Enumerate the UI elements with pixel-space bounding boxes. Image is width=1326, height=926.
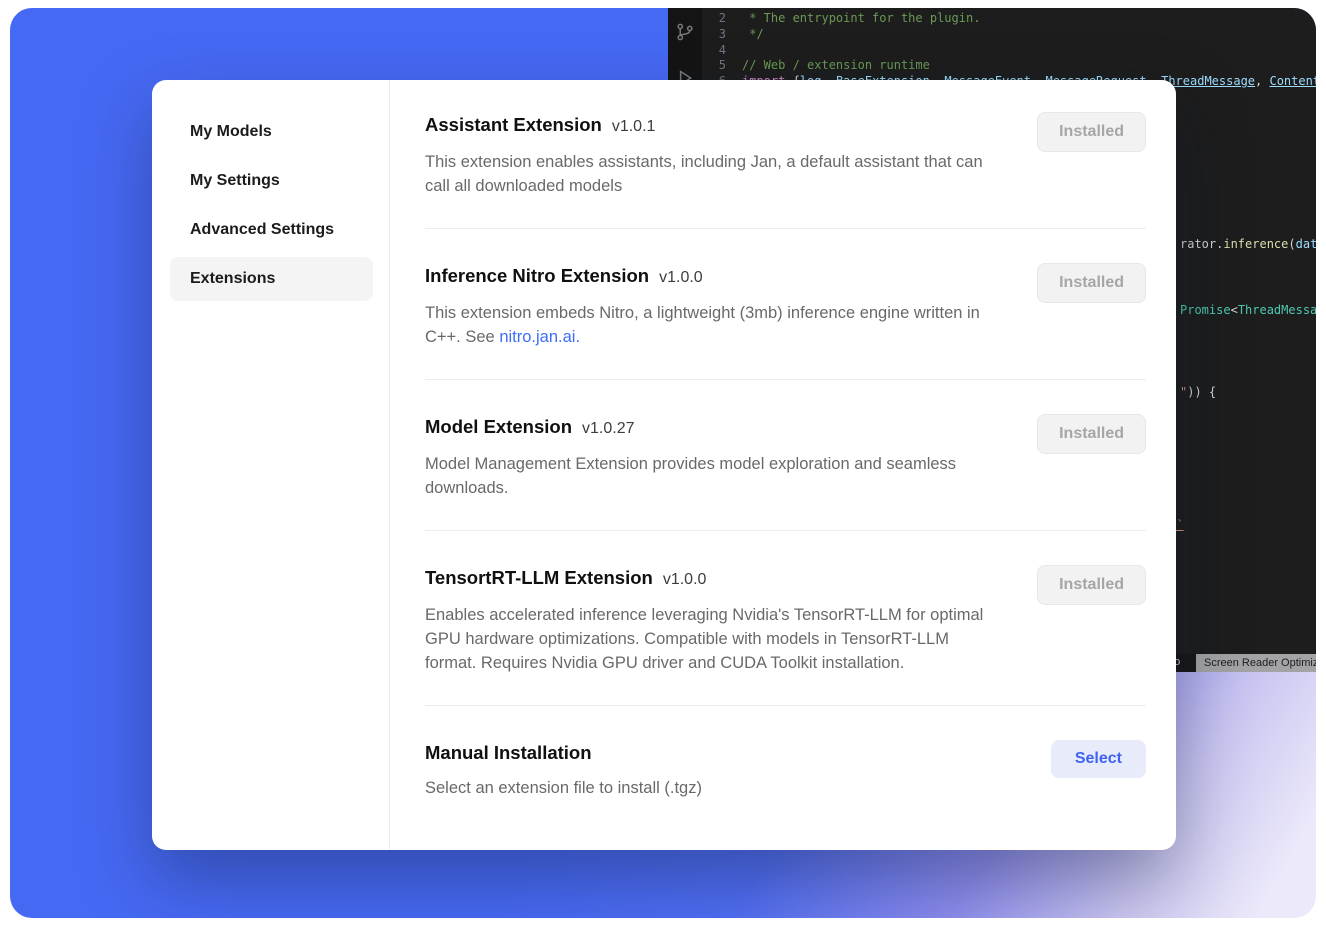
extension-name: Model Extension	[425, 416, 572, 437]
code-line: 3 */	[702, 27, 1316, 43]
extension-row-assistant: Assistant Extension v1.0.1 This extension…	[425, 112, 1146, 198]
row-divider	[425, 379, 1146, 380]
sidebar-item-extensions[interactable]: Extensions	[170, 257, 373, 301]
installed-button[interactable]: Installed	[1037, 263, 1146, 303]
extension-info: Assistant Extension v1.0.1 This extension…	[425, 112, 1003, 198]
row-divider	[425, 530, 1146, 531]
extension-title: Inference Nitro Extension v1.0.0	[425, 263, 1003, 291]
extension-row-tensorrt-llm: TensortRT-LLM Extension v1.0.0 Enables ac…	[425, 565, 1146, 675]
extension-description: This extension embeds Nitro, a lightweig…	[425, 301, 1003, 349]
extension-info: Model Extension v1.0.27 Model Management …	[425, 414, 1003, 500]
extension-version: v1.0.0	[663, 571, 707, 588]
source-control-icon[interactable]	[675, 22, 695, 42]
screenshot-root: 2 * The entrypoint for the plugin. 3 */ …	[0, 0, 1326, 926]
extension-version: v1.0.1	[612, 118, 656, 135]
desktop-window: 2 * The entrypoint for the plugin. 3 */ …	[10, 8, 1316, 918]
extension-version: v1.0.27	[582, 420, 634, 437]
installed-button[interactable]: Installed	[1037, 565, 1146, 605]
installed-button[interactable]: Installed	[1037, 112, 1146, 152]
row-divider	[425, 705, 1146, 706]
extension-info: Inference Nitro Extension v1.0.0 This ext…	[425, 263, 1003, 349]
settings-modal: My Models My Settings Advanced Settings …	[152, 80, 1176, 850]
manual-installation-title: Manual Installation	[425, 740, 702, 766]
nitro-jan-ai-link[interactable]: nitro.jan.ai.	[499, 328, 580, 346]
extension-description: Enables accelerated inference leveraging…	[425, 603, 1003, 675]
extension-title: TensortRT-LLM Extension v1.0.0	[425, 565, 1003, 593]
extension-name: TensortRT-LLM Extension	[425, 567, 653, 588]
row-divider	[425, 228, 1146, 229]
sidebar-item-my-models[interactable]: My Models	[170, 110, 373, 154]
extensions-panel: Assistant Extension v1.0.1 This extension…	[391, 80, 1176, 850]
extension-version: v1.0.0	[659, 269, 703, 286]
line-number: 5	[702, 58, 742, 74]
code-lines: 2 * The entrypoint for the plugin. 3 */ …	[702, 11, 1316, 90]
extension-description: This extension enables assistants, inclu…	[425, 150, 1003, 198]
sidebar-item-advanced-settings[interactable]: Advanced Settings	[170, 208, 373, 252]
manual-installation-row: Manual Installation Select an extension …	[425, 740, 1146, 800]
extension-name: Assistant Extension	[425, 114, 602, 135]
line-number: 2	[702, 11, 742, 27]
manual-installation-description: Select an extension file to install (.tg…	[425, 776, 702, 800]
installed-button[interactable]: Installed	[1037, 414, 1146, 454]
sidebar-item-my-settings[interactable]: My Settings	[170, 159, 373, 203]
line-number: 4	[702, 43, 742, 59]
code-line: 4	[702, 43, 1316, 59]
extension-info: TensortRT-LLM Extension v1.0.0 Enables ac…	[425, 565, 1003, 675]
code-fragment: Promise<ThreadMessage>	[1180, 303, 1316, 317]
extension-description: Model Management Extension provides mode…	[425, 452, 1003, 500]
select-file-button[interactable]: Select	[1051, 740, 1146, 778]
code-fragment: rator.inference(data));	[1180, 237, 1316, 251]
line-number: 3	[702, 27, 742, 43]
extension-info: Manual Installation Select an extension …	[425, 740, 702, 800]
code-fragment: ")) {	[1180, 385, 1216, 399]
extension-row-inference-nitro: Inference Nitro Extension v1.0.0 This ext…	[425, 263, 1146, 349]
extension-title: Model Extension v1.0.27	[425, 414, 1003, 442]
extension-name: Inference Nitro Extension	[425, 265, 649, 286]
extension-title: Assistant Extension v1.0.1	[425, 112, 1003, 140]
extension-row-model: Model Extension v1.0.27 Model Management …	[425, 414, 1146, 500]
code-line: 5// Web / extension runtime	[702, 58, 1316, 74]
settings-sidebar: My Models My Settings Advanced Settings …	[152, 80, 390, 850]
code-line: 2 * The entrypoint for the plugin.	[702, 11, 1316, 27]
screen-reader-indicator[interactable]: Screen Reader Optimized	[1196, 654, 1316, 672]
